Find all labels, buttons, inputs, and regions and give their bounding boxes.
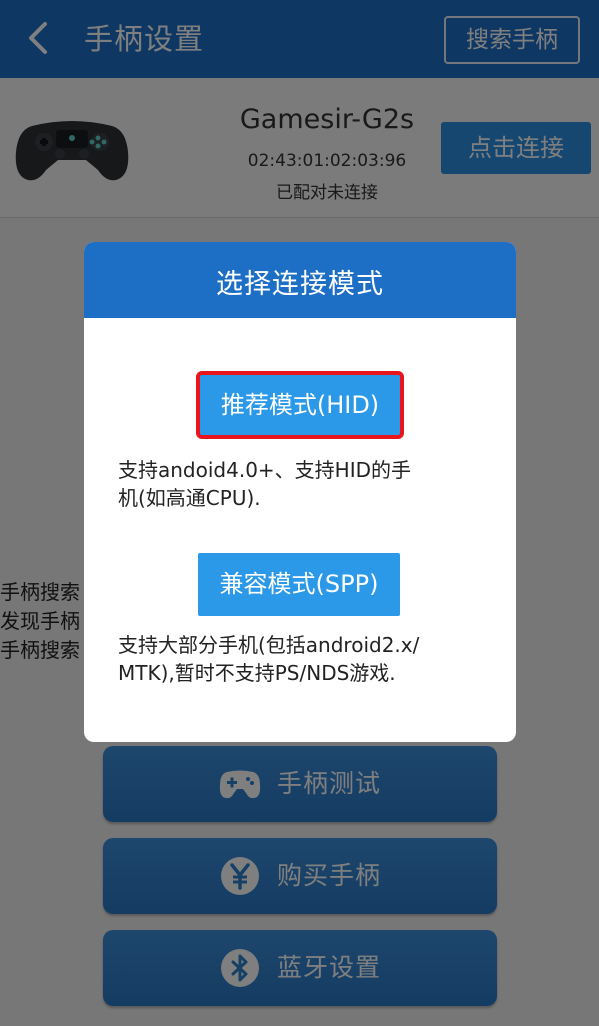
spp-description-line: MTK),暂时不支持PS/NDS游戏. [118, 661, 396, 685]
spp-mode-description: 支持大部分手机(包括android2.x/ MTK),暂时不支持PS/NDS游戏… [118, 631, 490, 687]
controller-settings-screen: 手柄设置 搜索手柄 Gamesir-G2s 02:43:01:02:03:96 … [0, 0, 599, 1026]
dialog-title: 选择连接模式 [84, 242, 516, 318]
hid-description-line: 支持andoid4.0+、支持HID的手 [118, 458, 412, 482]
hid-mode-description: 支持andoid4.0+、支持HID的手 机(如高通CPU). [118, 456, 490, 512]
connection-mode-dialog: 选择连接模式 推荐模式(HID) 支持andoid4.0+、支持HID的手 机(… [84, 242, 516, 742]
spp-description-line: 支持大部分手机(包括android2.x/ [118, 633, 420, 657]
spp-mode-button[interactable]: 兼容模式(SPP) [198, 553, 400, 616]
hid-mode-button[interactable]: 推荐模式(HID) [196, 371, 404, 439]
hid-description-line: 机(如高通CPU). [118, 486, 261, 510]
